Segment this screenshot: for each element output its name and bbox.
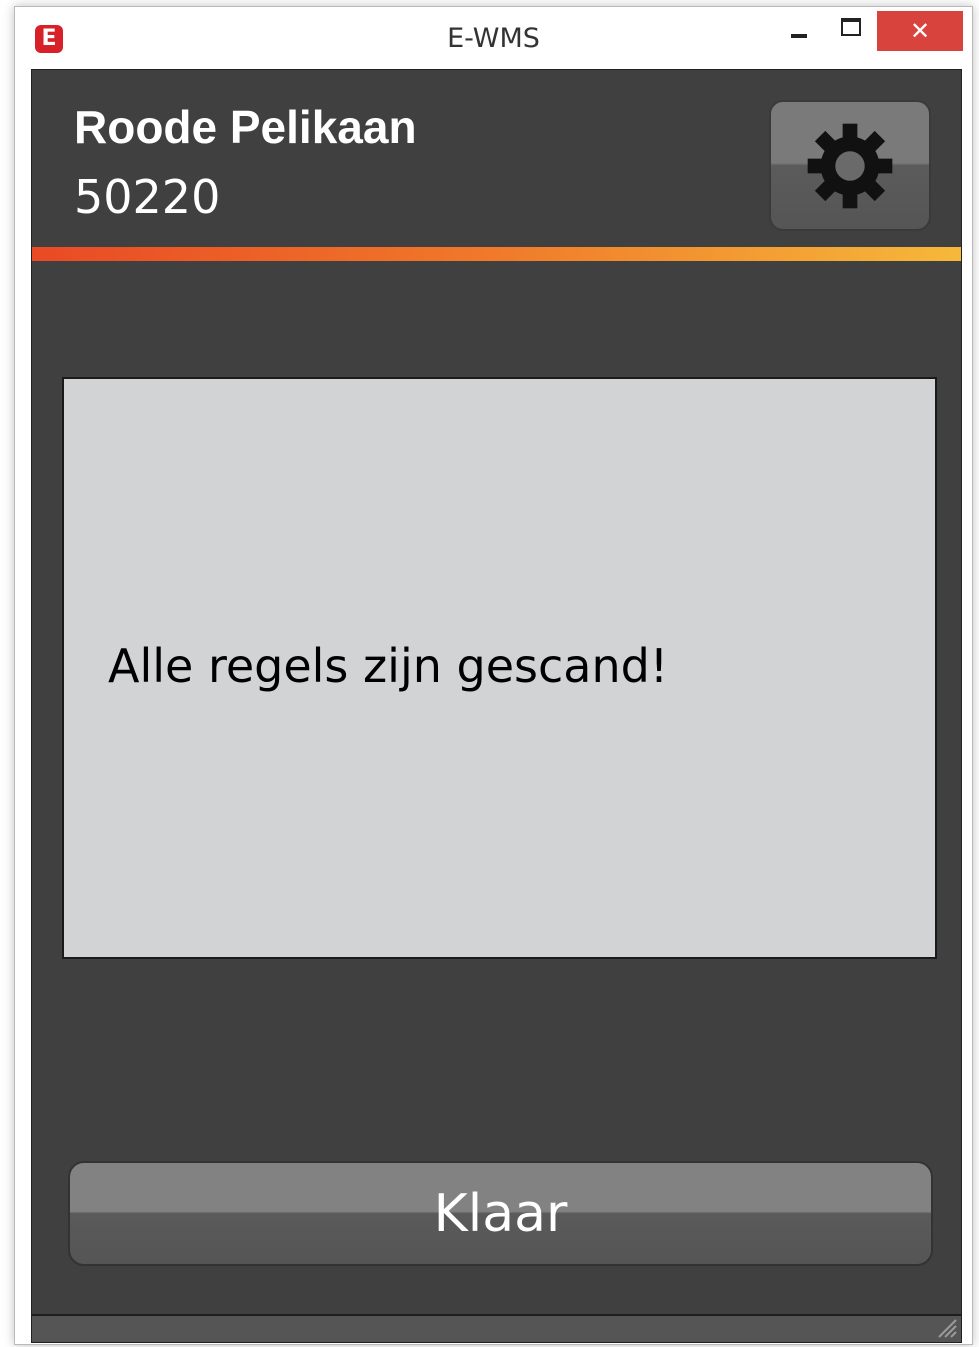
minimize-icon	[791, 34, 807, 38]
status-message: Alle regels zijn gescand!	[108, 639, 669, 693]
settings-button[interactable]	[769, 100, 931, 231]
status-bar	[32, 1314, 961, 1342]
close-icon: ✕	[909, 17, 931, 45]
resize-grip-icon[interactable]	[935, 1316, 957, 1338]
minimize-button[interactable]	[781, 11, 817, 51]
app-window: E E-WMS ✕ Roode Pelikaan 50220 Alle rege…	[14, 6, 973, 1345]
close-button[interactable]: ✕	[877, 11, 963, 51]
message-panel: Alle regels zijn gescand!	[62, 377, 937, 959]
app-content: Roode Pelikaan 50220 Alle regels zijn ge…	[31, 69, 962, 1343]
done-button[interactable]: Klaar	[68, 1161, 933, 1266]
accent-divider	[32, 247, 961, 261]
title-bar[interactable]: E E-WMS ✕	[15, 7, 972, 69]
gear-icon	[807, 123, 893, 208]
maximize-button[interactable]	[833, 11, 869, 51]
customer-name: Roode Pelikaan	[74, 101, 417, 153]
window-title: E-WMS	[447, 23, 540, 54]
maximize-icon	[841, 18, 861, 36]
order-number: 50220	[74, 170, 221, 224]
